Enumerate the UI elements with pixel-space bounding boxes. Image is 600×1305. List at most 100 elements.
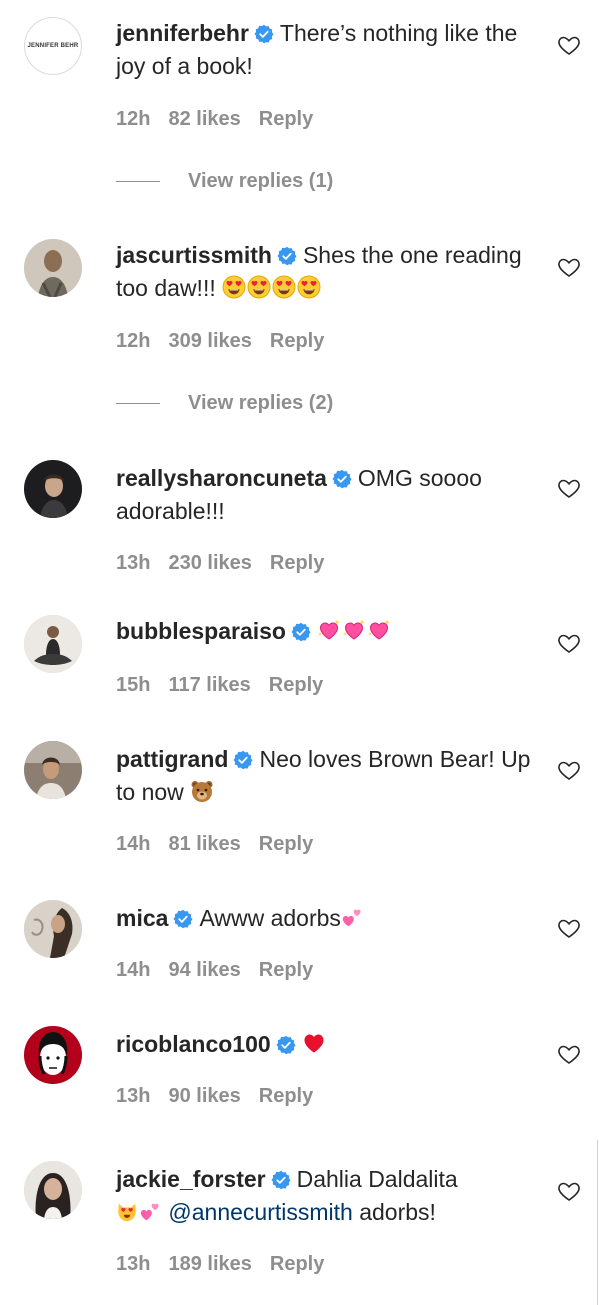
comment-likes[interactable]: 230 likes <box>168 552 251 574</box>
comment-meta: 12h 82 likes Reply <box>116 108 331 131</box>
two-hearts-emoji-icon <box>341 907 363 929</box>
comment-text: Dahlia Daldalita <box>296 1166 458 1192</box>
comment-body: jackie_forster Dahlia Daldalita @annecurt… <box>116 1163 536 1229</box>
comment-body: pattigrand Neo loves Brown Bear! Up to no… <box>116 743 536 809</box>
replies-divider <box>116 181 160 183</box>
replies-divider <box>116 403 160 405</box>
avatar[interactable] <box>24 1026 82 1084</box>
smiling-cat-heart-eyes-emoji-icon <box>116 1201 138 1223</box>
heart-outline-icon[interactable] <box>557 631 581 655</box>
comment-username[interactable]: jascurtissmith <box>116 242 272 268</box>
comment-time[interactable]: 13h <box>116 1253 150 1275</box>
comment-likes[interactable]: 94 likes <box>168 959 240 981</box>
comment-username[interactable]: pattigrand <box>116 746 228 772</box>
verified-badge-icon <box>277 246 297 266</box>
heart-outline-icon[interactable] <box>557 758 581 782</box>
comment-likes[interactable]: 90 likes <box>168 1085 240 1107</box>
comment-username[interactable]: reallysharoncuneta <box>116 465 327 491</box>
avatar[interactable] <box>24 460 82 518</box>
scrollbar-edge[interactable] <box>597 1140 598 1305</box>
avatar[interactable] <box>24 615 82 673</box>
heart-outline-icon[interactable] <box>557 33 581 57</box>
avatar-photo <box>24 615 82 673</box>
heart-outline-icon[interactable] <box>557 916 581 940</box>
comment-time[interactable]: 14h <box>116 959 150 981</box>
avatar-logo-text: JENNIFER BEHR <box>27 43 79 49</box>
avatar-photo <box>24 1161 82 1219</box>
two-hearts-emoji-icon <box>139 1201 161 1223</box>
avatar-photo <box>24 1026 82 1084</box>
comment-text-after: adorbs! <box>359 1199 436 1225</box>
heart-outline-icon[interactable] <box>557 1179 581 1203</box>
reply-button[interactable]: Reply <box>270 330 324 352</box>
reply-button[interactable]: Reply <box>270 1253 324 1275</box>
comment-likes[interactable]: 309 likes <box>168 330 251 352</box>
verified-badge-icon <box>254 24 274 44</box>
comment-meta: 14h 81 likes Reply <box>116 833 331 856</box>
bear-face-emoji-icon <box>190 779 214 803</box>
mention-link[interactable]: @annecurtissmith <box>168 1199 352 1225</box>
comment-body: reallysharoncuneta OMG soooo adorable!!! <box>116 462 536 528</box>
avatar-photo <box>24 900 82 958</box>
comment-likes[interactable]: 189 likes <box>168 1253 251 1275</box>
comment-username[interactable]: bubblesparaiso <box>116 618 286 644</box>
comment-meta: 15h 117 likes Reply <box>116 674 341 697</box>
comment-body: jenniferbehr There’s nothing like the joy… <box>116 17 536 83</box>
sparkling-heart-emoji-icon <box>342 618 366 642</box>
verified-badge-icon <box>233 750 253 770</box>
comment-time[interactable]: 12h <box>116 330 150 352</box>
comment-meta: 14h 94 likes Reply <box>116 959 331 982</box>
avatar[interactable] <box>24 239 82 297</box>
comment-meta: 13h 90 likes Reply <box>116 1085 331 1108</box>
comment-likes[interactable]: 82 likes <box>168 108 240 130</box>
comment-username[interactable]: jackie_forster <box>116 1166 266 1192</box>
sparkling-heart-emoji-icon <box>317 618 341 642</box>
heart-outline-icon[interactable] <box>557 255 581 279</box>
sparkling-heart-emoji-icon <box>367 618 391 642</box>
comment-body: mica Awww adorbs <box>116 902 536 935</box>
avatar[interactable] <box>24 900 82 958</box>
heart-eyes-emoji-icon <box>247 275 271 299</box>
comment-body: jascurtissmith Shes the one reading too d… <box>116 239 536 305</box>
verified-badge-icon <box>291 622 311 642</box>
avatar-photo <box>24 741 82 799</box>
heart-eyes-emoji-icon <box>297 275 321 299</box>
heart-eyes-emoji-icon <box>222 275 246 299</box>
comment-time[interactable]: 12h <box>116 108 150 130</box>
heart-outline-icon[interactable] <box>557 1042 581 1066</box>
reply-button[interactable]: Reply <box>259 108 313 130</box>
view-replies-label: View replies (2) <box>188 392 334 414</box>
avatar-photo <box>24 239 82 297</box>
verified-badge-icon <box>271 1170 291 1190</box>
reply-button[interactable]: Reply <box>259 959 313 981</box>
verified-badge-icon <box>332 469 352 489</box>
avatar[interactable]: JENNIFER BEHR <box>24 17 82 75</box>
verified-badge-icon <box>276 1035 296 1055</box>
reply-button[interactable]: Reply <box>259 833 313 855</box>
red-heart-emoji-icon <box>302 1031 326 1055</box>
comment-meta: 12h 309 likes Reply <box>116 330 342 353</box>
reply-button[interactable]: Reply <box>269 674 323 696</box>
comment-username[interactable]: ricoblanco100 <box>116 1031 271 1057</box>
comment-time[interactable]: 15h <box>116 674 150 696</box>
comment-username[interactable]: jenniferbehr <box>116 20 249 46</box>
comment-time[interactable]: 13h <box>116 1085 150 1107</box>
comment-username[interactable]: mica <box>116 905 168 931</box>
heart-outline-icon[interactable] <box>557 476 581 500</box>
view-replies-button[interactable]: View replies (1) <box>116 170 333 193</box>
comment-likes[interactable]: 81 likes <box>168 833 240 855</box>
comment-text: Awww adorbs <box>199 905 341 931</box>
comment-likes[interactable]: 117 likes <box>168 674 250 696</box>
verified-badge-icon <box>173 909 193 929</box>
view-replies-button[interactable]: View replies (2) <box>116 392 333 415</box>
comment-time[interactable]: 14h <box>116 833 150 855</box>
comment-body: bubblesparaiso <box>116 615 536 648</box>
avatar[interactable] <box>24 1161 82 1219</box>
heart-eyes-emoji-icon <box>272 275 296 299</box>
view-replies-label: View replies (1) <box>188 170 334 192</box>
reply-button[interactable]: Reply <box>259 1085 313 1107</box>
comment-time[interactable]: 13h <box>116 552 150 574</box>
avatar[interactable] <box>24 741 82 799</box>
avatar-photo <box>24 460 82 518</box>
reply-button[interactable]: Reply <box>270 552 324 574</box>
